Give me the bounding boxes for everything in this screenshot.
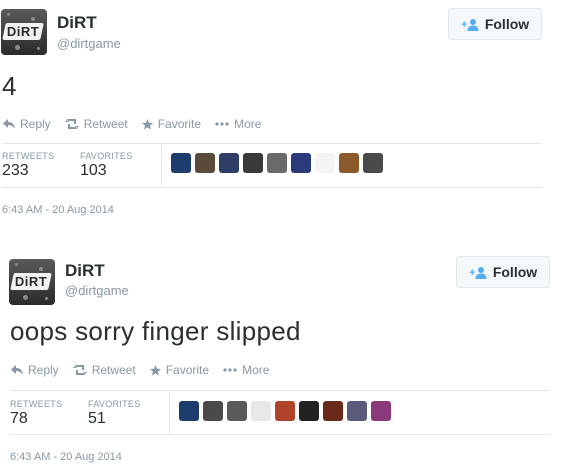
favoriter-avatar[interactable] xyxy=(315,153,335,173)
tweet-stats: RETWEETS 78 FAVORITES 51 xyxy=(8,392,553,434)
favorite-icon xyxy=(149,364,161,376)
favoriter-avatar[interactable] xyxy=(323,401,343,421)
favoriter-avatar[interactable] xyxy=(363,153,383,173)
author-handle[interactable]: @dirtgame xyxy=(65,283,129,298)
favoriter-avatar[interactable] xyxy=(371,401,391,421)
favoriter-avatar[interactable] xyxy=(171,153,191,173)
favorites-count: 103 xyxy=(80,162,107,179)
retweets-count: 78 xyxy=(10,410,28,427)
favoriter-avatar[interactable] xyxy=(219,153,239,173)
favoriter-avatar[interactable] xyxy=(203,401,223,421)
dirt-logo: DiRT xyxy=(2,23,44,40)
favorite-button[interactable]: Favorite xyxy=(141,117,201,131)
follow-label: Follow xyxy=(492,264,538,280)
favoriter-avatar[interactable] xyxy=(339,153,359,173)
retweets-count: 233 xyxy=(2,162,29,179)
favoriter-avatar[interactable] xyxy=(251,401,271,421)
author-name[interactable]: DiRT xyxy=(57,13,97,33)
follow-person-icon: + xyxy=(469,266,487,279)
divider xyxy=(10,390,550,391)
tweet-stats: RETWEETS 233 FAVORITES 103 xyxy=(0,144,545,186)
favoriter-avatar[interactable] xyxy=(227,401,247,421)
more-icon xyxy=(215,122,229,126)
favorites-count: 51 xyxy=(88,410,106,427)
retweets-stat[interactable]: RETWEETS 78 xyxy=(10,399,62,428)
stats-divider xyxy=(161,144,162,186)
follow-label: Follow xyxy=(484,16,530,32)
reply-icon xyxy=(11,365,23,375)
favoriter-avatar[interactable] xyxy=(267,153,287,173)
avatar[interactable]: DiRT xyxy=(9,259,55,305)
reply-button[interactable]: Reply xyxy=(3,117,51,131)
svg-text:+: + xyxy=(469,267,475,279)
follow-person-icon: + xyxy=(461,18,479,31)
more-button[interactable]: More xyxy=(215,117,261,131)
dirt-logo: DiRT xyxy=(10,273,52,290)
favorite-icon xyxy=(141,118,153,130)
divider xyxy=(10,434,550,435)
favoriter-avatar[interactable] xyxy=(243,153,263,173)
tweet-actions: Reply Retweet Favorite More xyxy=(11,363,269,377)
more-button[interactable]: More xyxy=(223,363,269,377)
tweet-actions: Reply Retweet Favorite More xyxy=(3,117,261,131)
tweet-text: 4 xyxy=(2,71,17,101)
follow-button[interactable]: + Follow xyxy=(448,8,542,40)
favoriters-avatars xyxy=(171,153,383,173)
divider xyxy=(2,187,542,188)
favoriter-avatar[interactable] xyxy=(347,401,367,421)
avatar[interactable]: DiRT xyxy=(1,9,47,55)
tweet-timestamp[interactable]: 6:43 AM - 20 Aug 2014 xyxy=(10,451,122,463)
retweet-icon xyxy=(64,119,79,129)
follow-button[interactable]: + Follow xyxy=(456,256,550,288)
favoriter-avatar[interactable] xyxy=(291,153,311,173)
author-handle[interactable]: @dirtgame xyxy=(57,36,121,51)
retweet-button[interactable]: Retweet xyxy=(72,363,136,377)
svg-text:+: + xyxy=(461,19,467,31)
tweet-text: oops sorry finger slipped xyxy=(10,316,301,346)
favorite-button[interactable]: Favorite xyxy=(149,363,209,377)
favoriter-avatar[interactable] xyxy=(299,401,319,421)
favoriter-avatar[interactable] xyxy=(195,153,215,173)
retweet-button[interactable]: Retweet xyxy=(64,117,128,131)
favorites-stat[interactable]: FAVORITES 51 xyxy=(88,399,141,428)
tweet-timestamp[interactable]: 6:43 AM - 20 Aug 2014 xyxy=(2,204,114,216)
favoriters-avatars xyxy=(179,401,391,421)
retweet-icon xyxy=(72,365,87,375)
stats-divider xyxy=(169,392,170,434)
favoriter-avatar[interactable] xyxy=(179,401,199,421)
favoriter-avatar[interactable] xyxy=(275,401,295,421)
retweets-stat[interactable]: RETWEETS 233 xyxy=(2,151,54,180)
more-icon xyxy=(223,368,237,372)
favorites-stat[interactable]: FAVORITES 103 xyxy=(80,151,133,180)
reply-icon xyxy=(3,119,15,129)
reply-button[interactable]: Reply xyxy=(11,363,59,377)
author-name[interactable]: DiRT xyxy=(65,261,105,281)
